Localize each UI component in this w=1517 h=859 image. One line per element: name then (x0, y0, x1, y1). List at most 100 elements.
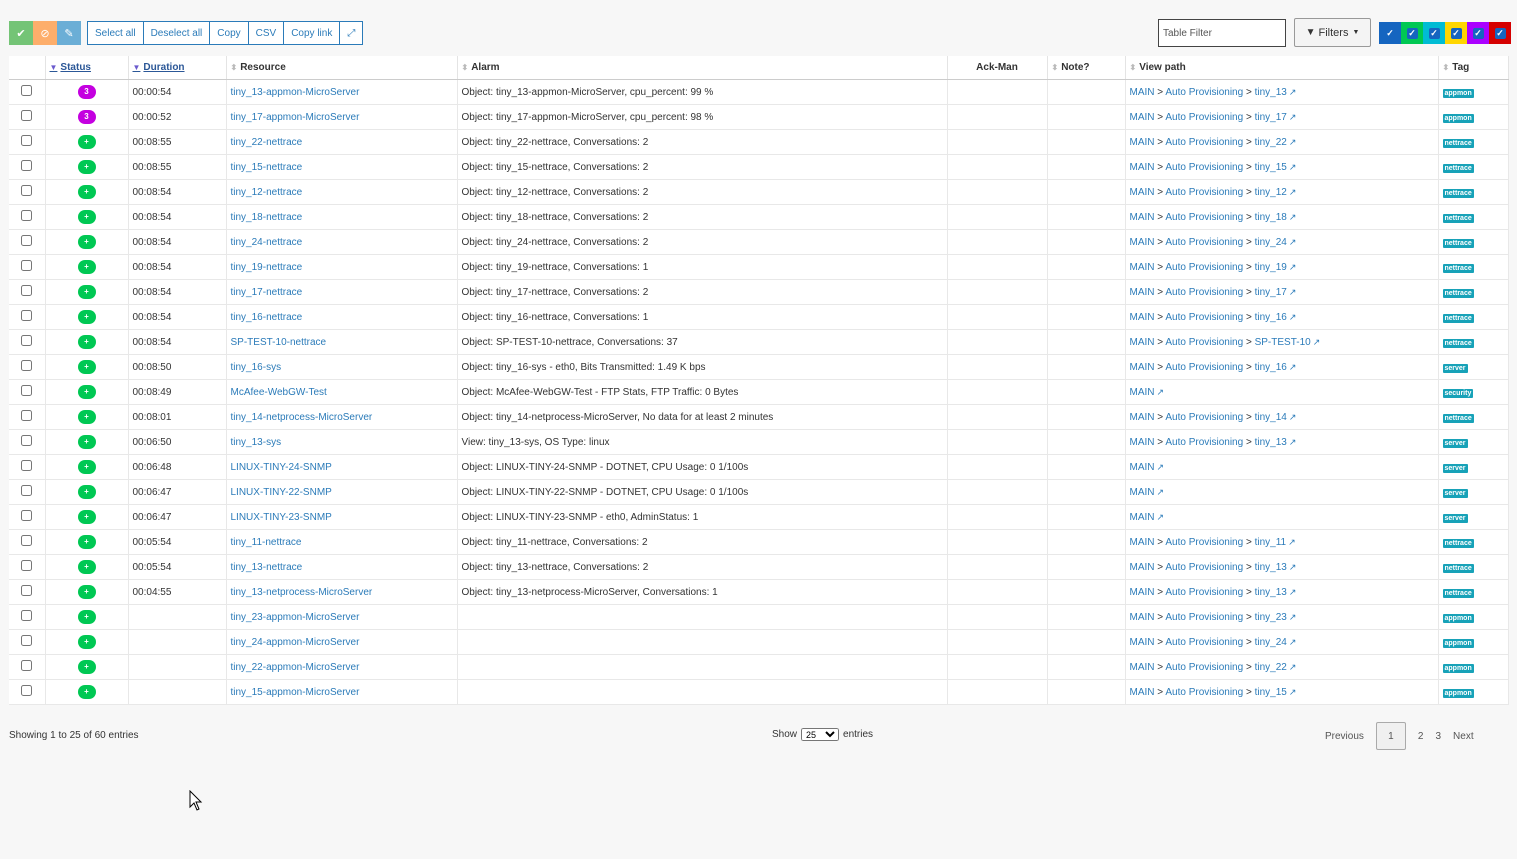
viewpath-link[interactable]: tiny_22 (1255, 137, 1287, 148)
resource-link[interactable]: SP-TEST-10-nettrace (231, 337, 327, 348)
resource-link[interactable]: tiny_17-nettrace (231, 287, 303, 298)
viewpath-link[interactable]: tiny_22 (1255, 662, 1287, 673)
external-link-icon[interactable]: ↗ (1289, 687, 1297, 697)
viewpath-link[interactable]: tiny_15 (1255, 162, 1287, 173)
row-checkbox[interactable] (21, 660, 33, 671)
viewpath-link[interactable]: MAIN (1130, 337, 1155, 348)
resource-link[interactable]: tiny_13-netprocess-MicroServer (231, 587, 373, 598)
severity-filter-3[interactable]: ✓ (1423, 22, 1445, 44)
resource-link[interactable]: tiny_11-nettrace (231, 537, 302, 548)
viewpath-link[interactable]: MAIN (1130, 87, 1155, 98)
row-checkbox[interactable] (21, 210, 33, 221)
resource-link[interactable]: LINUX-TINY-22-SNMP (231, 487, 332, 498)
filters-button[interactable]: ▼ Filters ▼ (1294, 18, 1371, 47)
select-all-button[interactable]: Select all (88, 22, 144, 44)
row-checkbox[interactable] (21, 535, 33, 546)
viewpath-link[interactable]: Auto Provisioning (1165, 312, 1243, 323)
external-link-icon[interactable]: ↗ (1289, 262, 1297, 272)
viewpath-link[interactable]: MAIN (1130, 512, 1155, 523)
viewpath-link[interactable]: MAIN (1130, 587, 1155, 598)
row-checkbox[interactable] (21, 385, 33, 396)
external-link-icon[interactable]: ↗ (1289, 437, 1297, 447)
viewpath-link[interactable]: MAIN (1130, 237, 1155, 248)
resource-link[interactable]: tiny_15-appmon-MicroServer (231, 687, 360, 698)
viewpath-link[interactable]: tiny_24 (1255, 237, 1287, 248)
row-checkbox[interactable] (21, 310, 33, 321)
external-link-icon[interactable]: ↗ (1289, 187, 1297, 197)
external-link-icon[interactable]: ↗ (1157, 462, 1165, 472)
row-checkbox[interactable] (21, 285, 33, 296)
viewpath-link[interactable]: tiny_17 (1255, 287, 1287, 298)
external-link-icon[interactable]: ↗ (1289, 562, 1297, 572)
row-checkbox[interactable] (21, 360, 33, 371)
disable-button[interactable]: ⊘ (33, 21, 57, 45)
row-checkbox[interactable] (21, 85, 33, 96)
resource-link[interactable]: tiny_18-nettrace (231, 212, 303, 223)
row-checkbox[interactable] (21, 185, 33, 196)
csv-button[interactable]: CSV (248, 22, 285, 44)
viewpath-link[interactable]: MAIN (1130, 462, 1155, 473)
viewpath-link[interactable]: MAIN (1130, 387, 1155, 398)
resource-link[interactable]: tiny_12-nettrace (231, 187, 303, 198)
resource-link[interactable]: tiny_16-nettrace (231, 312, 303, 323)
viewpath-link[interactable]: MAIN (1130, 112, 1155, 123)
resource-link[interactable]: tiny_15-nettrace (231, 162, 303, 173)
row-checkbox[interactable] (21, 485, 33, 496)
viewpath-link[interactable]: tiny_13 (1255, 437, 1287, 448)
severity-filter-5[interactable]: ✓ (1467, 22, 1489, 44)
viewpath-link[interactable]: Auto Provisioning (1165, 537, 1243, 548)
viewpath-link[interactable]: MAIN (1130, 537, 1155, 548)
viewpath-link[interactable]: Auto Provisioning (1165, 362, 1243, 373)
alarm-column-header[interactable]: ⬍ Alarm (457, 56, 948, 80)
viewpath-link[interactable]: tiny_19 (1255, 262, 1287, 273)
viewpath-link[interactable]: tiny_13 (1255, 87, 1287, 98)
external-link-icon[interactable]: ↗ (1289, 137, 1297, 147)
resource-link[interactable]: LINUX-TINY-24-SNMP (231, 462, 332, 473)
viewpath-link[interactable]: tiny_15 (1255, 687, 1287, 698)
viewpath-link[interactable]: MAIN (1130, 312, 1155, 323)
row-checkbox[interactable] (21, 160, 33, 171)
resource-link[interactable]: tiny_22-nettrace (231, 137, 303, 148)
row-checkbox[interactable] (21, 510, 33, 521)
viewpath-link[interactable]: Auto Provisioning (1165, 87, 1243, 98)
resource-link[interactable]: tiny_23-appmon-MicroServer (231, 612, 360, 623)
previous-page-button[interactable]: Previous (1319, 723, 1370, 749)
row-checkbox[interactable] (21, 260, 33, 271)
severity-filter-1[interactable]: ✓ (1379, 22, 1401, 44)
resource-link[interactable]: tiny_24-nettrace (231, 237, 303, 248)
next-page-button[interactable]: Next (1447, 723, 1480, 749)
viewpath-link[interactable]: tiny_12 (1255, 187, 1287, 198)
viewpath-link[interactable]: tiny_14 (1255, 412, 1287, 423)
viewpath-link[interactable]: MAIN (1130, 487, 1155, 498)
resource-link[interactable]: McAfee-WebGW-Test (231, 387, 327, 398)
resource-link[interactable]: tiny_13-appmon-MicroServer (231, 87, 360, 98)
external-link-icon[interactable]: ↗ (1288, 537, 1296, 547)
external-link-icon[interactable]: ↗ (1289, 662, 1297, 672)
viewpath-link[interactable]: Auto Provisioning (1165, 437, 1243, 448)
viewpath-link[interactable]: Auto Provisioning (1165, 637, 1243, 648)
viewpath-link[interactable]: Auto Provisioning (1165, 612, 1243, 623)
severity-filter-2[interactable]: ✓ (1401, 22, 1423, 44)
row-checkbox[interactable] (21, 635, 33, 646)
row-checkbox[interactable] (21, 410, 33, 421)
viewpath-link[interactable]: Auto Provisioning (1165, 662, 1243, 673)
viewpath-link[interactable]: MAIN (1130, 162, 1155, 173)
viewpath-link[interactable]: Auto Provisioning (1165, 687, 1243, 698)
viewpath-link[interactable]: MAIN (1130, 262, 1155, 273)
viewpath-link[interactable]: Auto Provisioning (1165, 212, 1243, 223)
resource-column-header[interactable]: ⬍ Resource (226, 56, 458, 80)
status-column-header[interactable]: ▼ Status (45, 56, 129, 80)
viewpath-link[interactable]: Auto Provisioning (1165, 587, 1243, 598)
external-link-icon[interactable]: ↗ (1157, 387, 1165, 397)
external-link-icon[interactable]: ↗ (1289, 212, 1297, 222)
viewpath-link[interactable]: tiny_24 (1255, 637, 1287, 648)
viewpath-link[interactable]: tiny_16 (1255, 312, 1287, 323)
external-link-icon[interactable]: ↗ (1289, 162, 1297, 172)
resource-link[interactable]: tiny_19-nettrace (231, 262, 303, 273)
viewpath-link[interactable]: MAIN (1130, 212, 1155, 223)
viewpath-link[interactable]: Auto Provisioning (1165, 412, 1243, 423)
copy-button[interactable]: Copy (210, 22, 249, 44)
viewpath-link[interactable]: Auto Provisioning (1165, 562, 1243, 573)
viewpath-link[interactable]: MAIN (1130, 637, 1155, 648)
external-link-icon[interactable]: ↗ (1289, 87, 1297, 97)
